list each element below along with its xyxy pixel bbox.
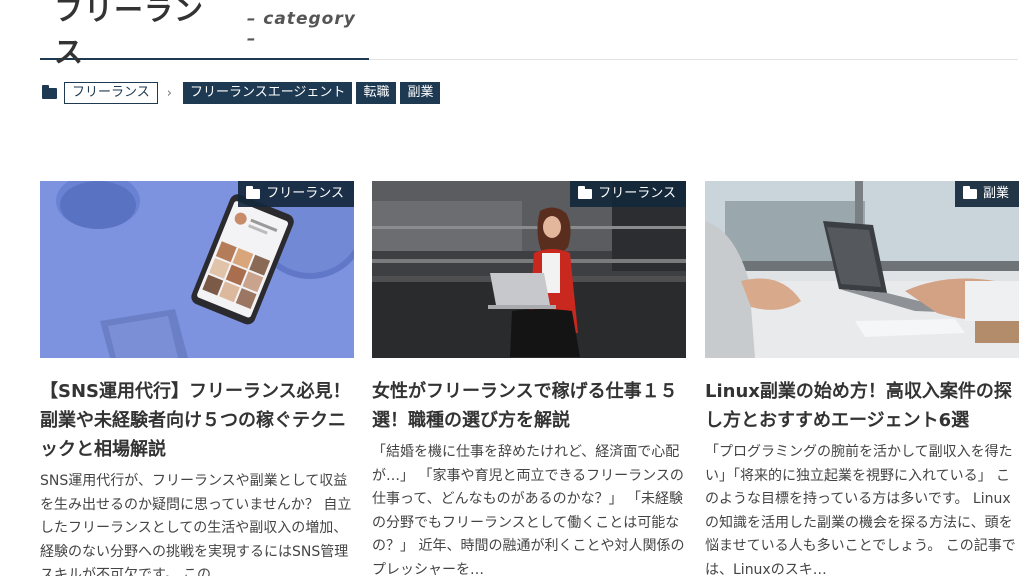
folder-icon <box>962 186 977 199</box>
chevron-right-icon: › <box>166 85 172 101</box>
page-header: フリーランス – category – <box>40 0 1018 69</box>
category-badge-label: 副業 <box>982 186 1009 201</box>
breadcrumb: フリーランス › フリーランスエージェント 転職 副業 <box>42 82 444 104</box>
article-title[interactable]: Linux副業の始め方！高収入案件の探し方とおすすめエージェント6選 <box>705 377 1019 435</box>
article-title[interactable]: 女性がフリーランスで稼げる仕事１５選！職種の選び方を解説 <box>372 377 686 435</box>
folder-icon <box>246 186 261 199</box>
page-subtitle: – category – <box>246 9 356 49</box>
subcategory-link-side-job[interactable]: 副業 <box>400 82 441 104</box>
article-excerpt: SNS運用代行が、フリーランスや副業として収益を生み出せるのか疑問に思っていませ… <box>40 473 352 576</box>
category-badge[interactable]: 副業 <box>954 181 1019 207</box>
article-title[interactable]: 【SNS運用代行】フリーランス必見！副業や未経験者向け５つの稼ぐテクニックと相場… <box>40 377 354 464</box>
article-card[interactable]: フリーランス 女性がフリーランスで稼げる仕事１５選！職種の選び方を解説 「結婚を… <box>372 181 686 576</box>
article-thumbnail[interactable]: 副業 <box>705 181 1019 358</box>
page-title: フリーランス <box>54 0 205 69</box>
folder-icon <box>578 186 593 199</box>
article-thumbnail[interactable]: フリーランス <box>40 181 354 358</box>
subcategory-link-agent[interactable]: フリーランスエージェント <box>182 82 353 104</box>
article-excerpt: 「プログラミングの腕前を活かして副収入を得たい」「将来的に独立起業を視野に入れて… <box>705 444 1016 576</box>
article-thumbnail[interactable]: フリーランス <box>372 181 686 358</box>
category-badge-label: フリーランス <box>266 186 344 201</box>
breadcrumb-current[interactable]: フリーランス <box>64 82 158 104</box>
category-badge-label: フリーランス <box>598 186 676 201</box>
article-card[interactable]: フリーランス 【SNS運用代行】フリーランス必見！副業や未経験者向け５つの稼ぐテ… <box>40 181 354 576</box>
subcategory-link-job-change[interactable]: 転職 <box>356 82 397 104</box>
title-block: フリーランス – category – <box>40 0 369 69</box>
article-card[interactable]: 副業 Linux副業の始め方！高収入案件の探し方とおすすめエージェント6選 「プ… <box>705 181 1019 576</box>
article-excerpt: 「結婚を機に仕事を辞めたけれど、経済面で心配が…」 「家事や育児と両立できるフリ… <box>372 444 685 576</box>
category-badge[interactable]: フリーランス <box>238 181 354 207</box>
phone-on-blue-image <box>40 181 354 358</box>
folder-icon <box>42 84 57 99</box>
woman-with-laptop-image <box>372 181 686 358</box>
laptop-on-desk-image <box>705 181 1019 358</box>
category-badge[interactable]: フリーランス <box>570 181 686 207</box>
